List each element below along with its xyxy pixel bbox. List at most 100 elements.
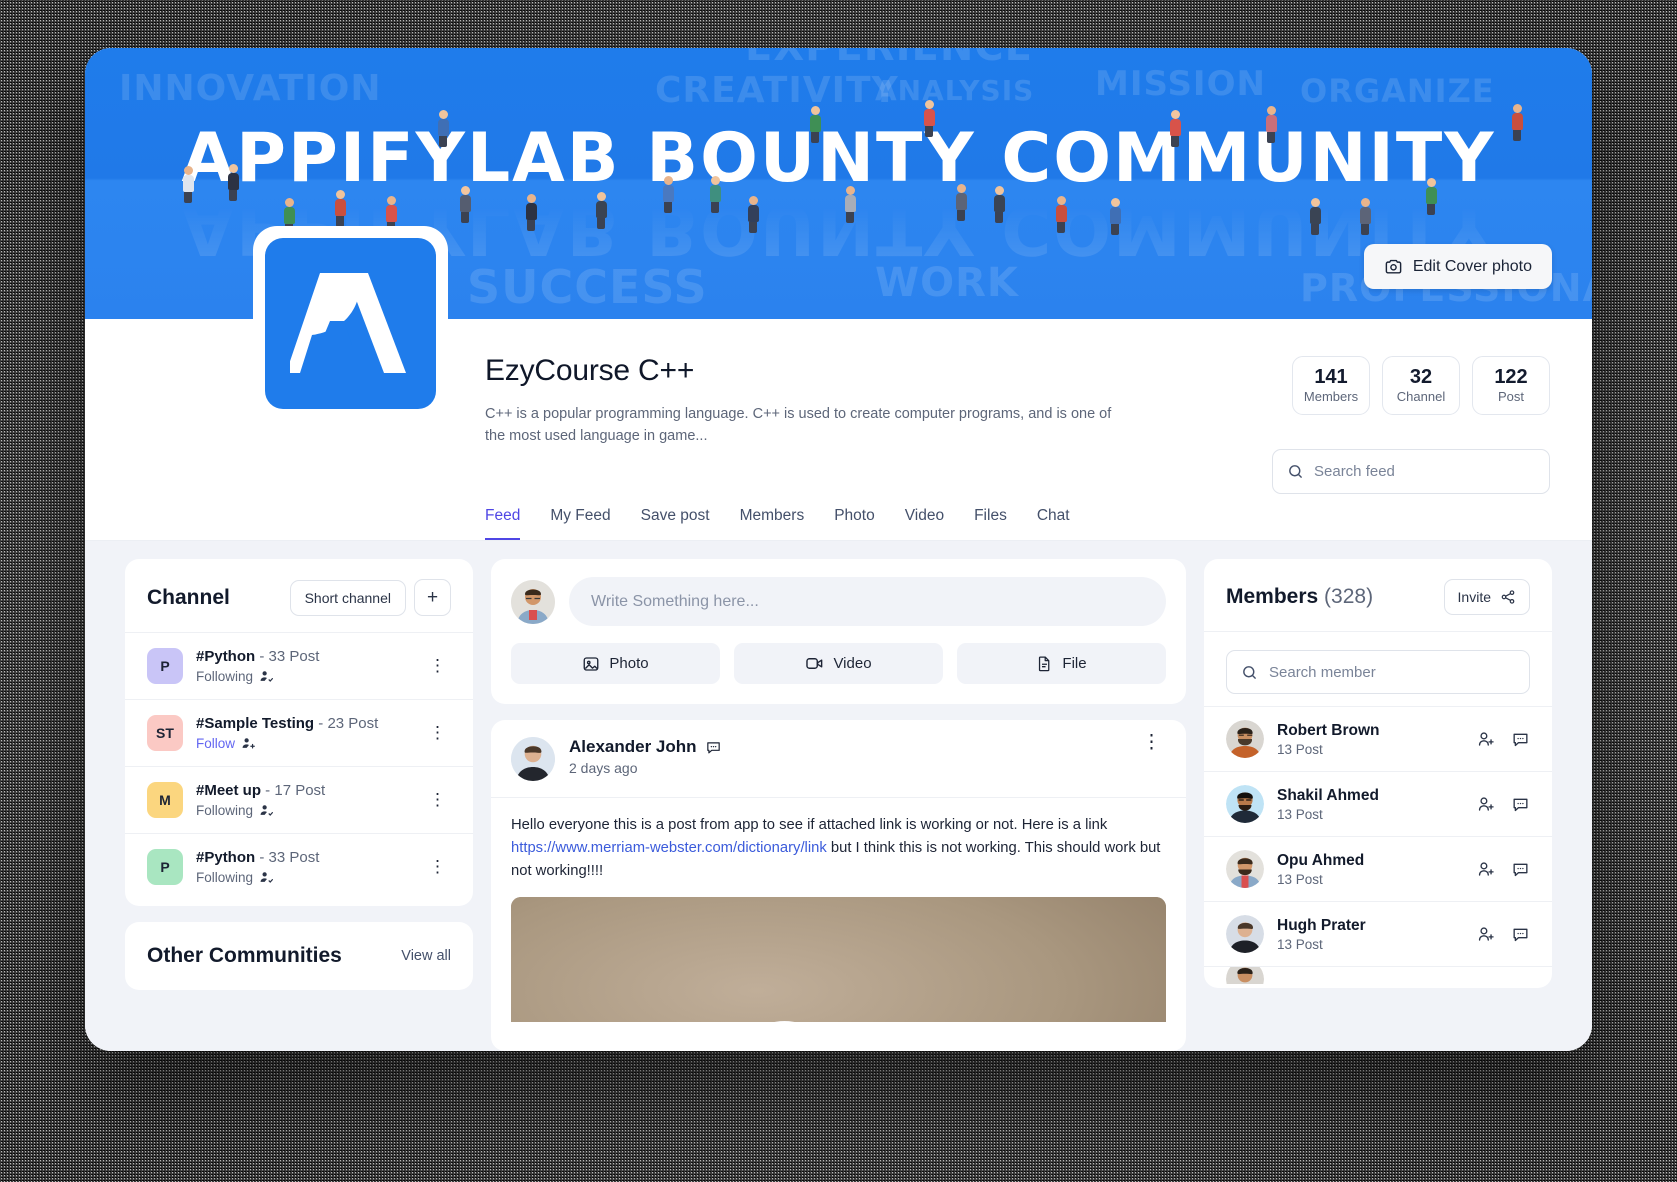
channel-follow-label: Following — [196, 669, 254, 684]
channel-more-options-icon[interactable]: ⋮ — [425, 858, 451, 875]
composer-file-button[interactable]: File — [957, 643, 1166, 684]
other-communities-panel: Other Communities View all — [125, 922, 473, 990]
search-feed-box[interactable] — [1272, 449, 1550, 494]
member-list-item[interactable]: Robert Brown 13 Post — [1204, 706, 1552, 771]
channel-follow-state[interactable]: Following — [196, 870, 412, 885]
cover-ghost-word: CREATIVITY — [655, 70, 899, 111]
members-count: (328) — [1324, 585, 1374, 608]
message-icon[interactable] — [1511, 795, 1530, 814]
member-list-item[interactable]: Hugh Prater 13 Post — [1204, 901, 1552, 966]
channel-list-item[interactable]: P #Python - 33 Post Following ⋮ — [125, 632, 473, 699]
composer-video-button[interactable]: Video — [734, 643, 943, 684]
search-feed-input[interactable] — [1314, 463, 1535, 480]
post-author-name[interactable]: Alexander John — [569, 737, 697, 757]
channel-list-item[interactable]: ST #Sample Testing - 23 Post Follow ⋮ — [125, 699, 473, 766]
stat-post-value: 122 — [1494, 366, 1528, 388]
app-window: EXPERIENCE INNOVATION CREATIVITY ANALYSI… — [85, 48, 1592, 1051]
channel-follow-label: Following — [196, 803, 254, 818]
page-title: EzyCourse C++ — [485, 354, 695, 387]
composer-top-row — [511, 577, 1166, 626]
cover-person-illustration — [921, 100, 937, 137]
channel-follow-state[interactable]: Following — [196, 669, 412, 684]
tab-members[interactable]: Members — [740, 507, 805, 541]
channel-item-main: #Meet up - 17 Post Following — [196, 782, 412, 818]
members-panel: Members (328) Invite Search member Rober… — [1204, 559, 1552, 988]
tab-video[interactable]: Video — [905, 507, 944, 541]
comment-bubble-icon[interactable] — [705, 739, 722, 756]
share-icon — [1500, 589, 1516, 605]
edit-cover-photo-button[interactable]: Edit Cover photo — [1363, 244, 1552, 289]
post-more-options-icon[interactable]: ⋮ — [1138, 733, 1166, 753]
tab-my-feed[interactable]: My Feed — [550, 507, 610, 541]
channel-list-item[interactable]: P #Python - 33 Post Following ⋮ — [125, 833, 473, 900]
right-sidebar: Members (328) Invite Search member Rober… — [1204, 559, 1552, 1051]
post-author-avatar — [511, 737, 555, 781]
message-icon[interactable] — [1511, 860, 1530, 879]
cover-ghost-word: ANALYSIS — [875, 74, 1035, 107]
channel-follow-label: Following — [196, 870, 254, 885]
composer-input[interactable] — [569, 577, 1166, 626]
channel-name-separator: - — [255, 648, 269, 665]
cover-person-illustration — [1509, 104, 1525, 141]
tab-chat[interactable]: Chat — [1037, 507, 1070, 541]
member-avatar — [1226, 967, 1264, 984]
cover-person-illustration — [707, 176, 723, 213]
channel-name-text: #Python — [196, 648, 256, 665]
add-friend-icon[interactable] — [1476, 795, 1495, 814]
composer-photo-button[interactable]: Photo — [511, 643, 720, 684]
stat-members-label: Members — [1303, 389, 1359, 404]
channel-name-separator: - — [261, 782, 275, 799]
composer-attachment-buttons: Photo Video File — [511, 643, 1166, 684]
channel-post-count: 33 Post — [268, 849, 320, 866]
tab-save-post[interactable]: Save post — [641, 507, 710, 541]
cover-person-illustration — [435, 110, 451, 147]
channel-post-count: 33 Post — [268, 648, 320, 665]
edit-cover-photo-label: Edit Cover photo — [1412, 257, 1532, 275]
post-link[interactable]: https://www.merriam-webster.com/dictiona… — [511, 840, 827, 856]
invite-button[interactable]: Invite — [1443, 579, 1530, 615]
message-icon[interactable] — [1511, 730, 1530, 749]
member-info: Shakil Ahmed 13 Post — [1277, 787, 1463, 822]
add-channel-button[interactable]: + — [414, 579, 451, 616]
channel-name: #Sample Testing - 23 Post — [196, 715, 412, 732]
members-title-text: Members — [1226, 585, 1319, 608]
tab-files[interactable]: Files — [974, 507, 1007, 541]
channel-more-options-icon[interactable]: ⋮ — [425, 657, 451, 674]
member-search-box[interactable] — [1226, 650, 1530, 694]
member-search-input[interactable] — [1269, 663, 1515, 681]
member-actions — [1476, 730, 1530, 749]
cover-person-illustration — [523, 194, 539, 231]
channel-panel-header: Channel Short channel + — [125, 559, 473, 632]
channel-name-separator: - — [255, 849, 269, 866]
member-info: Hugh Prater 13 Post — [1277, 917, 1463, 952]
channel-follow-state[interactable]: Following — [196, 803, 412, 818]
member-post-count: 13 Post — [1277, 936, 1323, 952]
tab-photo[interactable]: Photo — [834, 507, 875, 541]
channel-follow-state[interactable]: Follow — [196, 736, 412, 751]
post-attached-image[interactable] — [511, 896, 1166, 1022]
channel-list-item[interactable]: M #Meet up - 17 Post Following ⋮ — [125, 766, 473, 833]
view-all-communities-link[interactable]: View all — [401, 948, 451, 964]
add-friend-icon[interactable] — [1476, 860, 1495, 879]
community-logo — [253, 226, 448, 421]
member-name: Hugh Prater — [1277, 916, 1366, 934]
channel-avatar: ST — [147, 715, 183, 751]
member-actions — [1476, 860, 1530, 879]
tab-feed[interactable]: Feed — [485, 507, 521, 541]
message-icon[interactable] — [1511, 925, 1530, 944]
member-list-item-partial[interactable] — [1204, 966, 1552, 984]
add-friend-icon[interactable] — [1476, 925, 1495, 944]
cover-person-illustration — [842, 186, 858, 223]
channel-more-options-icon[interactable]: ⋮ — [425, 791, 451, 808]
add-friend-icon[interactable] — [1476, 730, 1495, 749]
composer-photo-label: Photo — [609, 655, 649, 672]
channel-name-text: #Python — [196, 849, 256, 866]
channel-more-options-icon[interactable]: ⋮ — [425, 724, 451, 741]
member-list-item[interactable]: Opu Ahmed 13 Post — [1204, 836, 1552, 901]
member-list-item[interactable]: Shakil Ahmed 13 Post — [1204, 771, 1552, 836]
cover-person-illustration — [1307, 198, 1323, 235]
composer-video-label: Video — [833, 655, 872, 672]
cover-person-illustration — [745, 196, 761, 233]
short-channel-button[interactable]: Short channel — [289, 579, 406, 616]
left-sidebar: Channel Short channel + P #Python - 33 P… — [125, 559, 473, 1051]
